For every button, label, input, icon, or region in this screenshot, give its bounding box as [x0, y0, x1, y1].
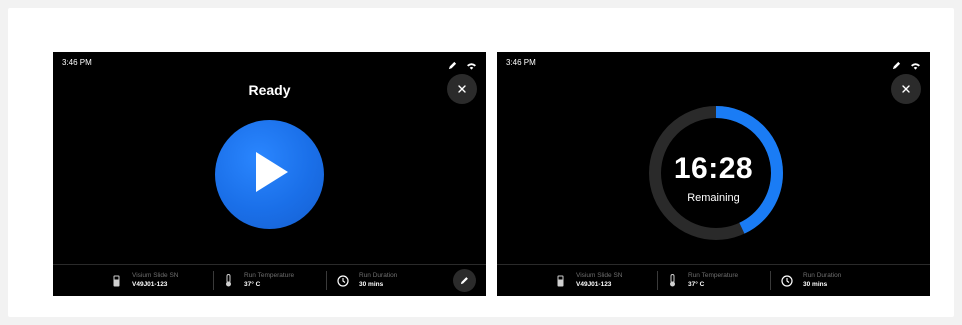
run-duration-value: 30 mins: [803, 281, 828, 288]
edit-button[interactable]: [453, 269, 476, 292]
page-frame: 3:46 PM Ready Visium Slide SN V49J01-123…: [8, 8, 954, 317]
slide-icon: [110, 274, 122, 288]
run-info-footer: Visium Slide SN V49J01-123 Run Temperatu…: [497, 264, 930, 296]
run-duration-item: Run Duration 30 mins: [781, 265, 841, 296]
wifi-icon: [911, 57, 920, 75]
divider: [213, 271, 214, 290]
countdown-timer: 16:28: [673, 152, 754, 185]
slide-sn-item: Visium Slide SN V49J01-123: [110, 265, 178, 296]
slide-sn-label: Visium Slide SN: [132, 272, 179, 279]
run-temperature-item: Run Temperature 37° C: [666, 265, 738, 296]
run-duration-value: 30 mins: [359, 281, 384, 288]
divider: [657, 271, 658, 290]
status-time: 3:46 PM: [62, 58, 92, 67]
thermometer-icon: [222, 274, 234, 288]
thermometer-icon: [666, 274, 678, 288]
clock-icon: [337, 274, 349, 288]
divider: [770, 271, 771, 290]
edit-icon: [460, 272, 469, 290]
run-info-footer: Visium Slide SN V49J01-123 Run Temperatu…: [53, 264, 486, 296]
run-temperature-item: Run Temperature 37° C: [222, 265, 294, 296]
slide-sn-label: Visium Slide SN: [576, 272, 623, 279]
ready-screen: 3:46 PM Ready Visium Slide SN V49J01-123…: [53, 52, 486, 296]
run-temperature-value: 37° C: [688, 281, 705, 288]
run-temperature-label: Run Temperature: [244, 272, 295, 279]
play-button[interactable]: [215, 120, 324, 229]
run-duration-label: Run Duration: [803, 272, 842, 279]
status-time: 3:46 PM: [506, 58, 536, 67]
close-button[interactable]: [891, 74, 921, 104]
divider: [326, 271, 327, 290]
running-screen: 3:46 PM 16:28 Remaining Visium Slide SN …: [497, 52, 930, 296]
pen-icon: [448, 57, 457, 75]
run-duration-item: Run Duration 30 mins: [337, 265, 397, 296]
wifi-icon: [467, 57, 476, 75]
timer-caption: Remaining: [687, 192, 740, 204]
close-icon: [902, 80, 910, 98]
run-temperature-value: 37° C: [244, 281, 261, 288]
slide-sn-value: V49J01-123: [576, 281, 612, 288]
slide-icon: [554, 274, 566, 288]
run-duration-label: Run Duration: [359, 272, 398, 279]
clock-icon: [781, 274, 793, 288]
slide-sn-item: Visium Slide SN V49J01-123: [554, 265, 622, 296]
status-icons: [448, 57, 476, 75]
pen-icon: [892, 57, 901, 75]
slide-sn-value: V49J01-123: [132, 281, 168, 288]
page-title: Ready: [248, 82, 291, 98]
play-icon: [250, 150, 290, 199]
run-temperature-label: Run Temperature: [688, 272, 739, 279]
status-icons: [892, 57, 920, 75]
